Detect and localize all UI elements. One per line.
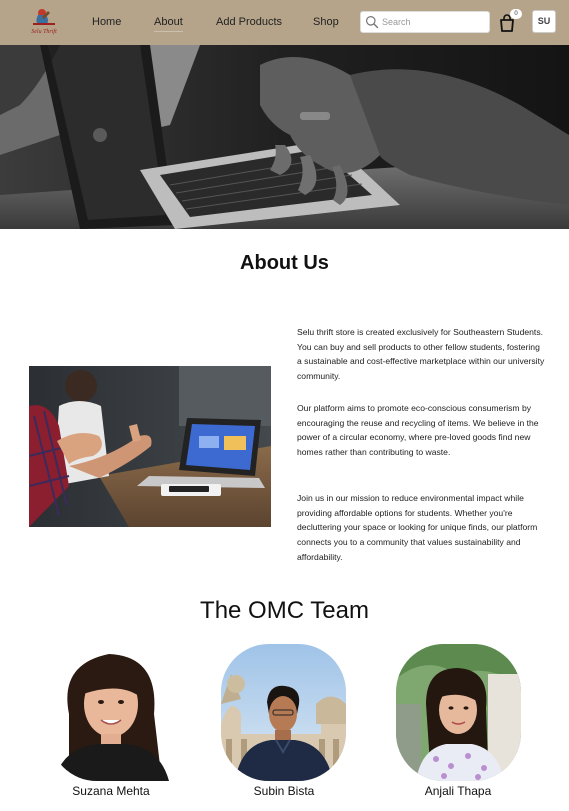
team-member-name: Suzana Mehta — [72, 784, 150, 798]
svg-text:Selu Thrift: Selu Thrift — [31, 28, 57, 35]
team-member-photo — [49, 644, 174, 781]
store-logo[interactable]: Selu Thrift — [28, 5, 60, 38]
cart-count-badge: 0 — [510, 9, 522, 19]
nav-link-add-products[interactable]: Add Products — [216, 16, 282, 28]
team-member-name: Anjali Thapa — [424, 784, 492, 798]
team-title: The OMC Team — [200, 597, 369, 624]
meeting-photo — [29, 366, 271, 527]
navbar: Selu Thrift Home About Add Products Shop… — [0, 0, 569, 45]
team-member-name: Subin Bista — [253, 784, 315, 798]
team-member-photo — [221, 644, 346, 781]
nav-link-home[interactable]: Home — [92, 16, 121, 28]
team-member-photo — [396, 644, 521, 781]
nav-link-about[interactable]: About — [154, 16, 183, 32]
page-title: About Us — [240, 252, 329, 274]
search-input[interactable] — [382, 14, 482, 30]
search-box[interactable] — [360, 11, 490, 33]
search-icon — [366, 16, 379, 29]
about-paragraph-2: Our platform aims to promote eco-conscio… — [297, 403, 539, 458]
nav-link-shop[interactable]: Shop — [313, 16, 339, 28]
about-paragraph-3: Join us in our mission to reduce environ… — [297, 493, 538, 562]
user-avatar[interactable]: SU — [532, 10, 556, 33]
hero-image — [0, 45, 569, 229]
about-paragraph-1: Selu thrift store is created exclusively… — [297, 327, 545, 382]
